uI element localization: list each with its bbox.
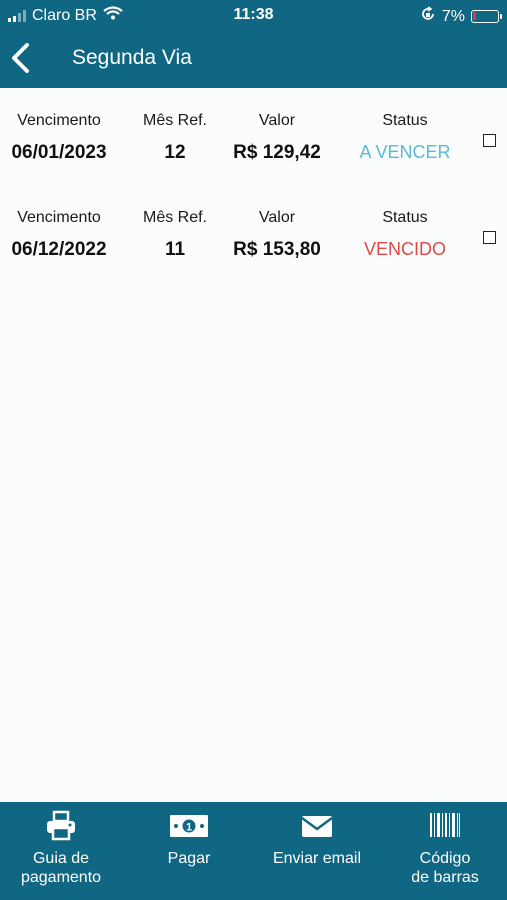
due-date-value: 06/01/2023 xyxy=(11,142,107,163)
page-title: Segunda Via xyxy=(72,46,192,69)
send-email-label: Enviar email xyxy=(272,850,362,867)
chevron-left-icon xyxy=(12,43,29,73)
nav-bar: Segunda Via xyxy=(0,30,507,88)
bill-row: Vencimento 06/12/2022 Mês Ref. 11 Valor … xyxy=(0,209,507,301)
amount-value: R$ 129,42 xyxy=(233,142,321,163)
amount-value: R$ 153,80 xyxy=(233,239,321,260)
pay-label: Pagar xyxy=(167,850,211,867)
payment-guide-label-line2: pagamento xyxy=(20,869,102,886)
barcode-label-line1: Código xyxy=(419,850,471,867)
select-bill-checkbox[interactable] xyxy=(483,134,496,147)
money-icon: 1 xyxy=(170,815,208,837)
pay-button[interactable]: 1 Pagar xyxy=(128,802,250,900)
amount-cell: Valor R$ 129,42 xyxy=(222,112,332,164)
bill-row: Vencimento 06/01/2023 Mês Ref. 12 Valor … xyxy=(0,112,507,204)
select-bill-checkbox[interactable] xyxy=(483,231,496,244)
status-cell: Status A VENCER xyxy=(345,112,465,163)
due-date-label: Vencimento xyxy=(17,112,101,129)
barcode-icon xyxy=(430,813,460,837)
ref-month-value: 11 xyxy=(164,239,186,260)
status-label: Status xyxy=(382,112,428,129)
due-date-value: 06/12/2022 xyxy=(11,239,107,260)
amount-label: Valor xyxy=(258,209,296,226)
due-date-cell: Vencimento 06/01/2023 xyxy=(8,112,110,164)
top-bar: Claro BR 11:38 7% Segunda Via xyxy=(0,0,507,88)
send-email-button[interactable]: Enviar email xyxy=(256,802,378,900)
ref-month-cell: Mês Ref. 12 xyxy=(132,112,218,164)
ref-month-label: Mês Ref. xyxy=(142,112,207,129)
bottom-toolbar: Guia de pagamento 1 Pagar Enviar email C… xyxy=(0,802,507,900)
envelope-icon xyxy=(301,816,333,837)
status-bar: Claro BR 11:38 7% xyxy=(0,0,507,30)
amount-cell: Valor R$ 153,80 xyxy=(222,209,332,261)
due-date-label: Vencimento xyxy=(17,209,101,226)
ref-month-cell: Mês Ref. 11 xyxy=(132,209,218,261)
barcode-button[interactable]: Código de barras xyxy=(384,802,506,900)
battery-icon xyxy=(471,10,502,23)
due-date-cell: Vencimento 06/12/2022 xyxy=(8,209,110,261)
battery-percent: 7% xyxy=(441,7,465,25)
orientation-lock-icon xyxy=(420,6,436,27)
status-label: Status xyxy=(382,209,428,226)
status-badge: VENCIDO xyxy=(363,239,446,259)
amount-label: Valor xyxy=(258,112,296,129)
barcode-label-line2: de barras xyxy=(411,869,479,886)
svg-text:1: 1 xyxy=(186,822,192,834)
printer-icon xyxy=(47,810,75,841)
ref-month-value: 12 xyxy=(164,142,186,163)
payment-guide-label-line1: Guia de xyxy=(32,850,90,867)
back-button[interactable] xyxy=(8,42,36,74)
status-right: 7% xyxy=(420,6,502,27)
ref-month-label: Mês Ref. xyxy=(142,209,207,226)
status-cell: Status VENCIDO xyxy=(345,209,465,260)
payment-guide-button[interactable]: Guia de pagamento xyxy=(0,802,122,900)
bills-list: Vencimento 06/01/2023 Mês Ref. 12 Valor … xyxy=(0,88,507,802)
status-badge: A VENCER xyxy=(359,142,451,162)
